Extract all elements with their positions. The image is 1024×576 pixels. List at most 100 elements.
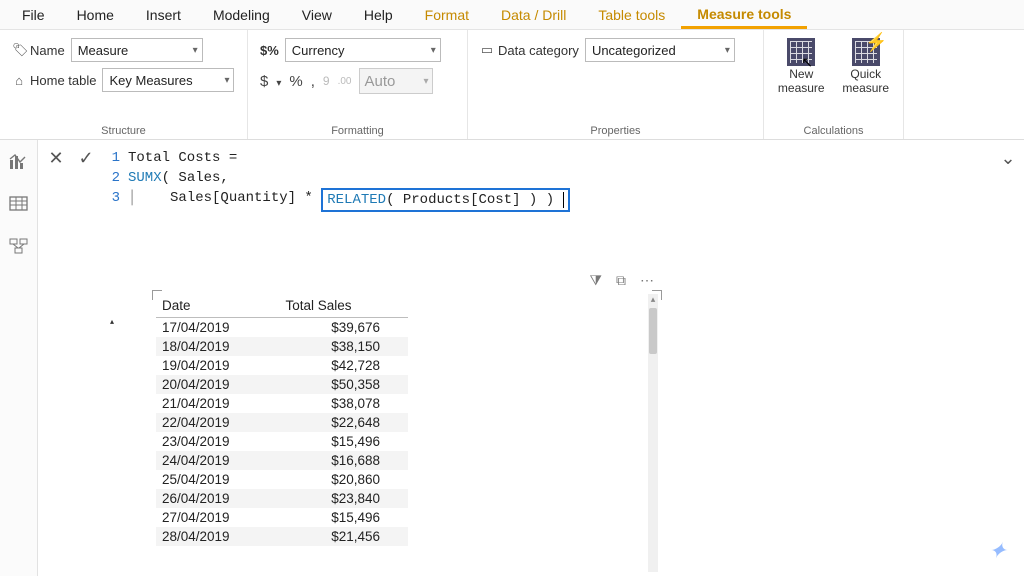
menu-table-tools[interactable]: Table tools (582, 1, 681, 29)
format-select[interactable]: Currency (285, 38, 441, 62)
table-cell: 21/04/2019 (156, 394, 279, 413)
decimal-places-input[interactable]: Auto (359, 68, 433, 94)
percent-button[interactable]: % (289, 73, 302, 90)
home-table-label: ⌂Home table (12, 73, 96, 88)
table-cell: $38,078 (279, 394, 408, 413)
formula-highlight-box: RELATED( Products[Cost] ) ) (321, 188, 569, 212)
new-measure-button[interactable]: ↖ New measure (776, 38, 827, 96)
table-row[interactable]: 28/04/2019$21,456 (156, 527, 408, 546)
format-prefix: $% (260, 43, 279, 58)
menu-data-drill[interactable]: Data / Drill (485, 1, 582, 29)
formula-line-2-rest: ( Sales, (162, 170, 229, 186)
model-view-icon[interactable] (9, 238, 29, 254)
report-view-icon[interactable] (9, 154, 29, 170)
data-category-select[interactable]: Uncategorized (585, 38, 735, 62)
group-formatting-label: Formatting (260, 123, 455, 137)
name-label: 🏷Name (12, 42, 65, 58)
scrollbar-thumb[interactable] (649, 308, 657, 354)
table-cell: $23,840 (279, 489, 408, 508)
expand-formula-button[interactable]: ⌄ (998, 148, 1018, 169)
table-cell: 18/04/2019 (156, 337, 279, 356)
table-cell: 23/04/2019 (156, 432, 279, 451)
ribbon: 🏷Name Measure ⌂Home table Key Measures S… (0, 30, 1024, 140)
formula-line-3-boxed: ( Products[Cost] ) ) (386, 192, 554, 208)
table-cell: 22/04/2019 (156, 413, 279, 432)
formula-kw-related: RELATED (327, 192, 386, 208)
group-formatting: $% Currency $ ▾ % , 9 .00 Auto Formattin… (248, 30, 468, 139)
table-row[interactable]: 19/04/2019$42,728 (156, 356, 408, 375)
table-row[interactable]: 23/04/2019$15,496 (156, 432, 408, 451)
quick-measure-button[interactable]: ⚡ Quick measure (841, 38, 892, 96)
cursor-icon: ↖ (801, 54, 813, 70)
menu-home[interactable]: Home (61, 1, 130, 29)
table-cell: 17/04/2019 (156, 318, 279, 338)
table-row[interactable]: 17/04/2019$39,676 (156, 318, 408, 338)
table-cell: 27/04/2019 (156, 508, 279, 527)
calculator-icon: ⚡ (852, 38, 880, 66)
formula-line-3-pre: Sales[Quantity] * (136, 188, 321, 212)
menu-view[interactable]: View (286, 1, 348, 29)
menu-file[interactable]: File (6, 1, 61, 29)
table-cell: $20,860 (279, 470, 408, 489)
table-row[interactable]: 18/04/2019$38,150 (156, 337, 408, 356)
formula-kw-sumx: SUMX (128, 170, 162, 186)
table-visual[interactable]: ⧩ ⧉ ⋯ Date Total Sales 17/04/2019$39,676… (152, 272, 662, 572)
table-row[interactable]: 21/04/2019$38,078 (156, 394, 408, 413)
formula-editor[interactable]: 1Total Costs = 2SUMX( Sales, 3│ Sales[Qu… (106, 148, 988, 212)
menu-format[interactable]: Format (409, 1, 485, 29)
table-cell: $15,496 (279, 432, 408, 451)
menu-modeling[interactable]: Modeling (197, 1, 286, 29)
tag-icon: 🏷 (12, 42, 26, 58)
menu-measure-tools[interactable]: Measure tools (681, 0, 807, 29)
data-table: Date Total Sales 17/04/2019$39,67618/04/… (156, 294, 408, 546)
currency-button[interactable]: $ (260, 73, 268, 90)
vertical-scrollbar[interactable] (648, 294, 658, 572)
thousands-button[interactable]: 9 (323, 74, 330, 88)
table-cell: 26/04/2019 (156, 489, 279, 508)
name-input[interactable]: Measure (71, 38, 203, 62)
menu-help[interactable]: Help (348, 1, 409, 29)
table-cell: 24/04/2019 (156, 451, 279, 470)
home-icon: ⌂ (12, 73, 26, 88)
calculator-icon: ↖ (787, 38, 815, 66)
currency-dropdown-icon[interactable]: ▾ (276, 78, 281, 89)
formula-line-1: Total Costs = (128, 148, 237, 168)
home-table-select[interactable]: Key Measures (102, 68, 234, 92)
col-header-date[interactable]: Date (156, 294, 279, 318)
group-structure-label: Structure (12, 123, 235, 137)
col-header-total-sales[interactable]: Total Sales (279, 294, 408, 318)
table-cell: $16,688 (279, 451, 408, 470)
table-cell: $22,648 (279, 413, 408, 432)
data-view-icon[interactable] (9, 196, 29, 212)
watermark-icon: ✦ (985, 538, 1008, 564)
commit-formula-button[interactable]: ✓ (76, 148, 96, 169)
table-row[interactable]: 22/04/2019$22,648 (156, 413, 408, 432)
table-cell: 19/04/2019 (156, 356, 279, 375)
formula-bar: ✕ ✓ 1Total Costs = 2SUMX( Sales, 3│ Sale… (46, 148, 1018, 212)
more-options-icon[interactable]: ⋯ (640, 272, 654, 289)
lightning-icon: ⚡ (865, 32, 887, 53)
filter-icon[interactable]: ⧩ (590, 272, 603, 289)
table-cell: $15,496 (279, 508, 408, 527)
view-rail (0, 140, 38, 576)
focus-mode-icon[interactable]: ⧉ (616, 272, 626, 289)
table-row[interactable]: 24/04/2019$16,688 (156, 451, 408, 470)
menu-insert[interactable]: Insert (130, 1, 197, 29)
group-calculations: ↖ New measure ⚡ Quick measure Calculatio… (764, 30, 904, 139)
cancel-formula-button[interactable]: ✕ (46, 148, 66, 169)
table-cell: $39,676 (279, 318, 408, 338)
group-properties-label: Properties (480, 123, 751, 137)
group-calculations-label: Calculations (776, 123, 891, 137)
data-category-label: ▭Data category (480, 42, 579, 58)
table-row[interactable]: 26/04/2019$23,840 (156, 489, 408, 508)
table-row[interactable]: 27/04/2019$15,496 (156, 508, 408, 527)
table-row[interactable]: 25/04/2019$20,860 (156, 470, 408, 489)
table-cell: $38,150 (279, 337, 408, 356)
comma-button[interactable]: , (311, 73, 315, 90)
table-row[interactable]: 20/04/2019$50,358 (156, 375, 408, 394)
text-caret (554, 192, 563, 208)
table-cell: $42,728 (279, 356, 408, 375)
decimal-button[interactable]: .00 (338, 76, 352, 87)
table-cell: $21,456 (279, 527, 408, 546)
table-cell: 28/04/2019 (156, 527, 279, 546)
